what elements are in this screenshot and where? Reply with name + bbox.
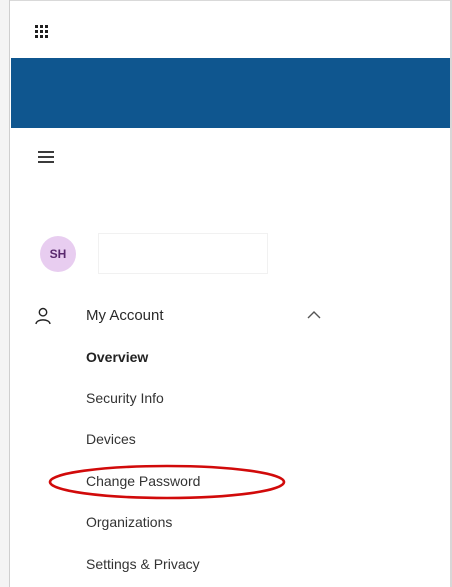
nav-item-overview[interactable]: Overview: [86, 345, 306, 369]
nav-item-organizations[interactable]: Organizations: [86, 510, 306, 534]
avatar-initials: SH: [49, 247, 67, 261]
account-portal-window: SH My Account Overview Security Info Dev…: [0, 0, 452, 587]
user-name-redacted: [98, 233, 268, 274]
header-banner: [11, 58, 450, 128]
left-window-edge: [0, 0, 10, 587]
waffle-icon: [35, 25, 49, 39]
avatar[interactable]: SH: [40, 236, 76, 272]
app-launcher-button[interactable]: [30, 20, 54, 44]
nav-item-security-info[interactable]: Security Info: [86, 386, 306, 410]
my-account-label: My Account: [86, 307, 164, 324]
chevron-up-icon[interactable]: [306, 308, 322, 322]
top-window-edge: [10, 0, 452, 6]
my-account-section-toggle[interactable]: My Account: [34, 300, 334, 332]
nav-item-change-password[interactable]: Change Password: [86, 469, 306, 493]
nav-item-settings-privacy[interactable]: Settings & Privacy: [86, 552, 306, 576]
nav-item-devices[interactable]: Devices: [86, 427, 306, 451]
hamburger-icon[interactable]: [38, 150, 54, 164]
person-icon: [35, 307, 51, 325]
